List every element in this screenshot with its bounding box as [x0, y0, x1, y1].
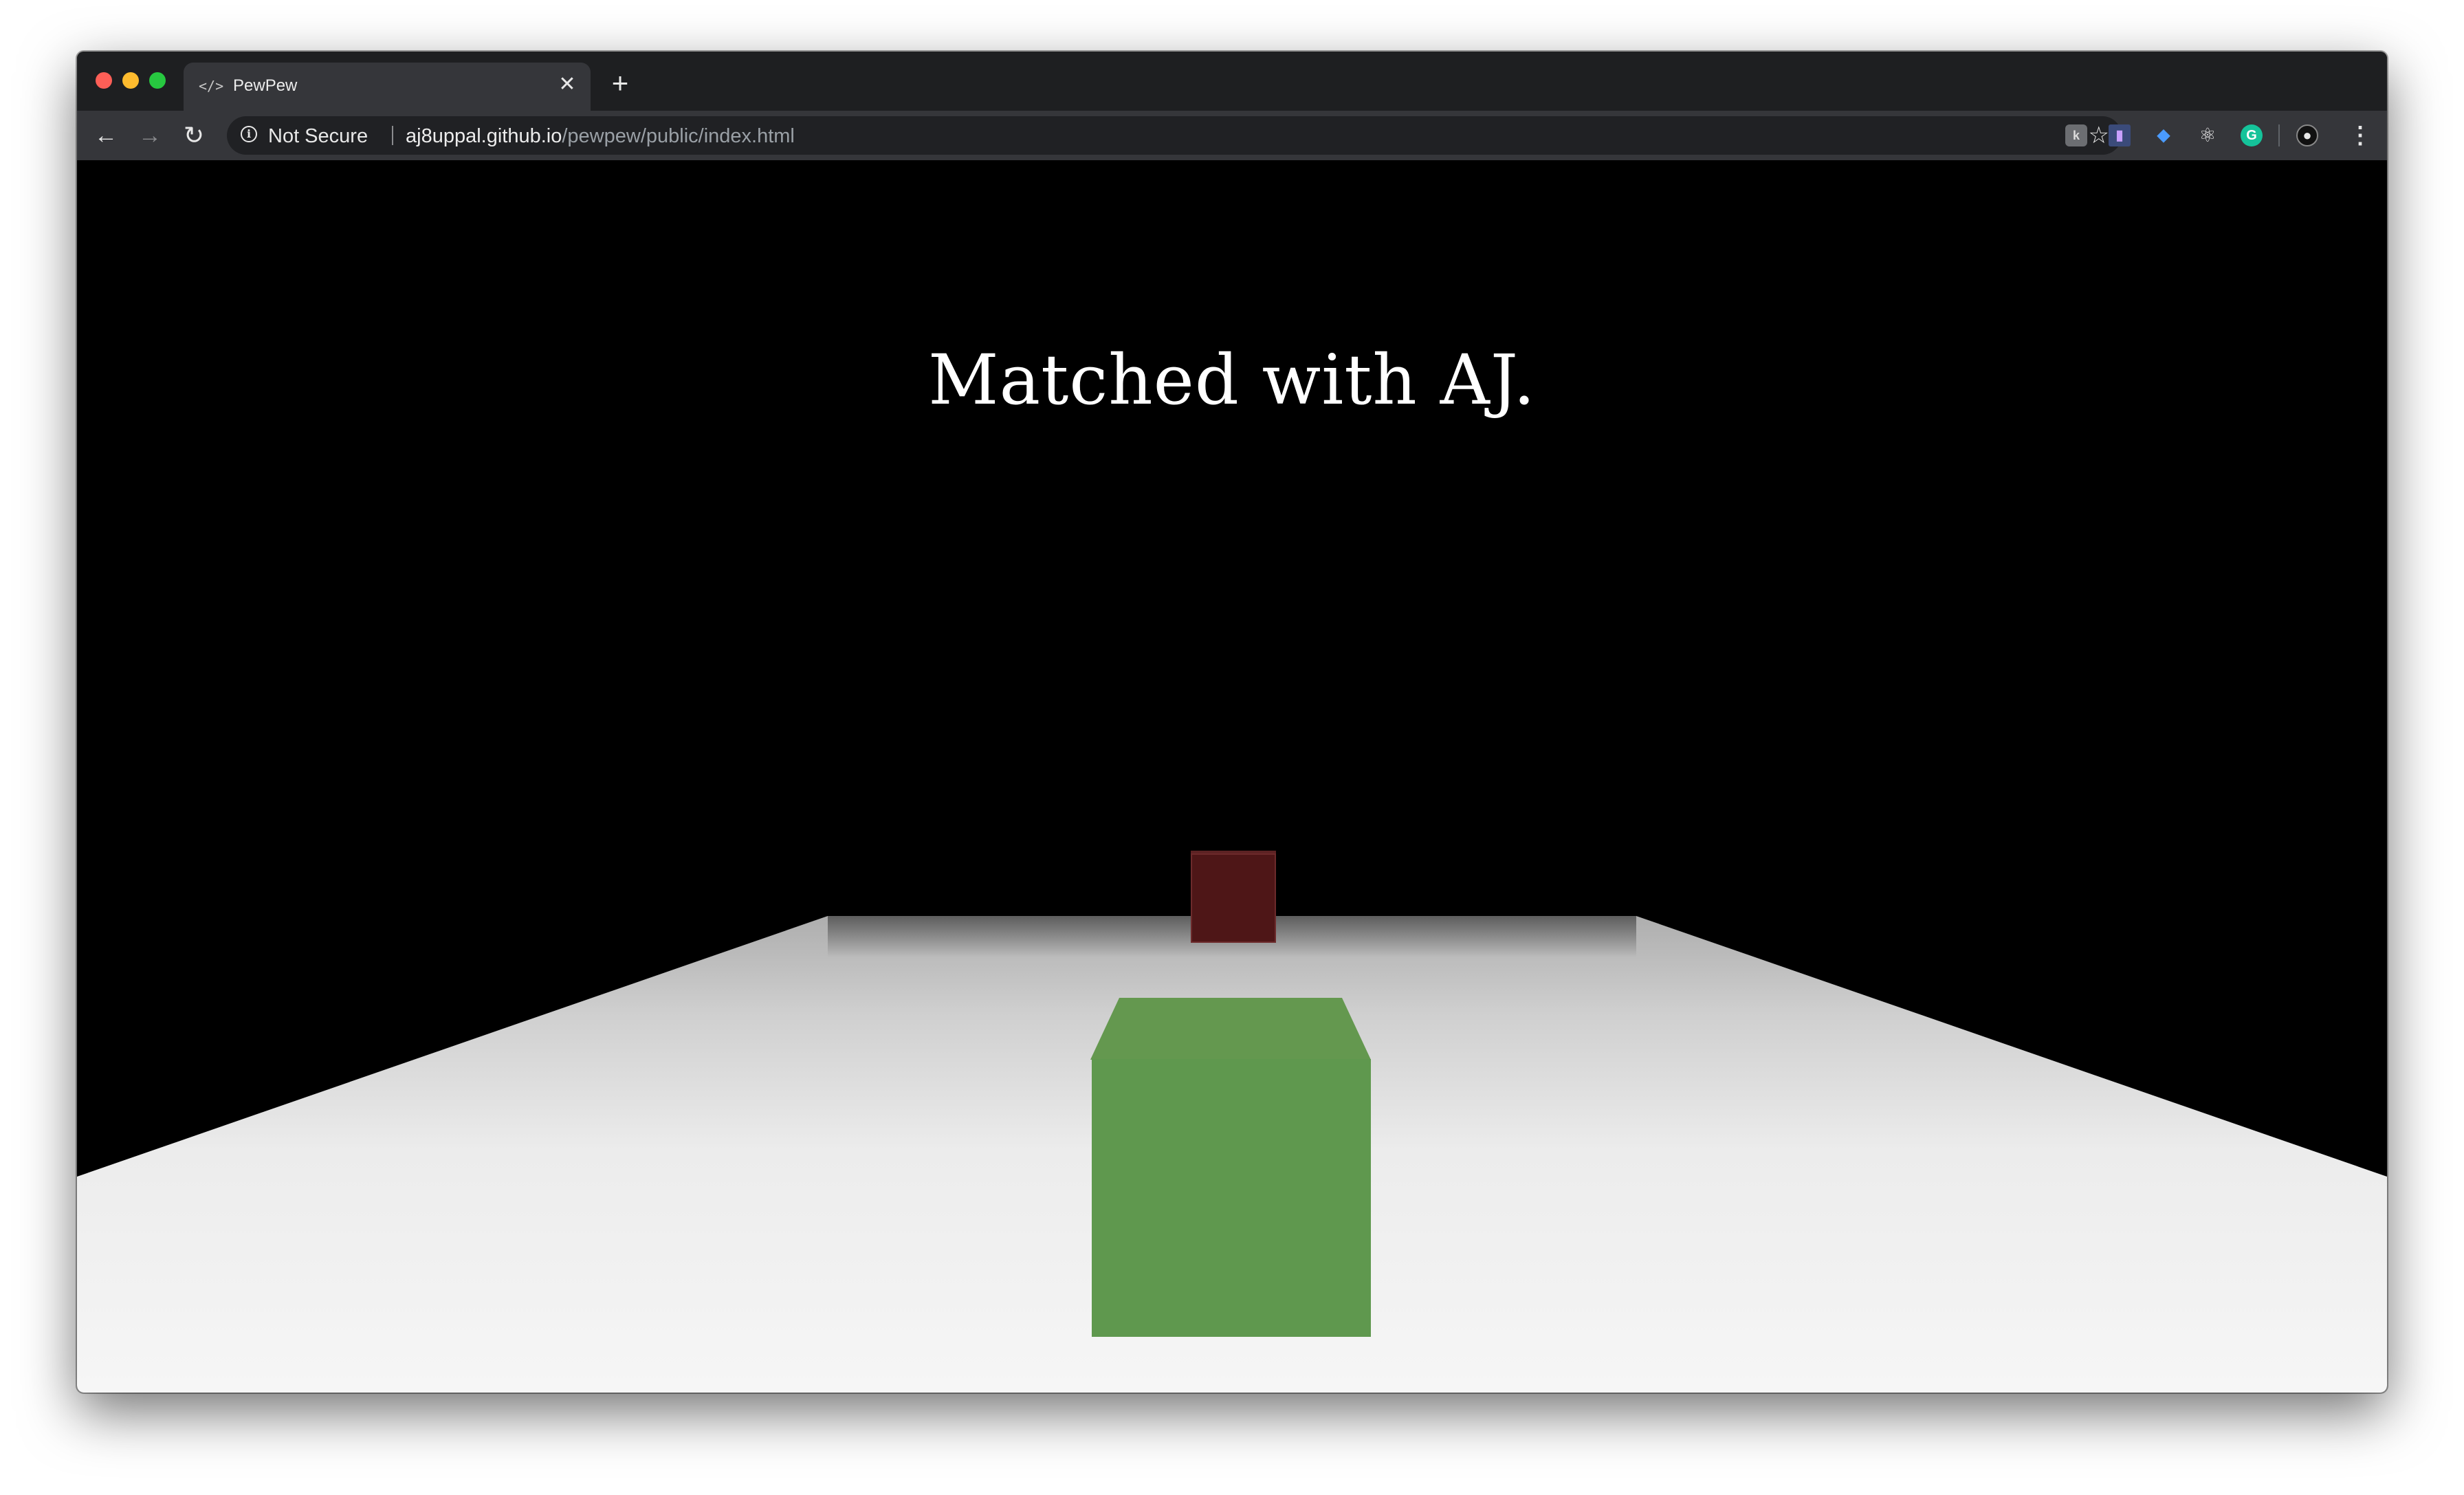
close-tab-icon[interactable]: ✕	[556, 74, 578, 96]
info-icon[interactable]: i	[241, 126, 257, 142]
back-arrow-icon[interactable]: ←	[91, 120, 121, 151]
url-path: /pewpew/public/index.html	[562, 125, 795, 147]
extension-1-icon[interactable]: k	[2065, 124, 2087, 146]
close-window-button[interactable]	[96, 72, 112, 89]
new-tab-button[interactable]: +	[606, 69, 634, 98]
tab-strip: </> PewPew ✕ +	[77, 52, 2387, 111]
grammarly-icon[interactable]: G	[2241, 124, 2263, 146]
security-status[interactable]: Not Secure	[268, 125, 368, 147]
reload-icon[interactable]: ↻	[179, 120, 209, 151]
tab-title: PewPew	[233, 76, 298, 95]
browser-window: </> PewPew ✕ + ← → ↻ i Not Secure aj8upp…	[77, 52, 2387, 1393]
shield-extension-icon[interactable]: ◆	[2153, 124, 2175, 146]
player-cube	[1092, 1059, 1371, 1337]
react-devtools-icon[interactable]: ⚛	[2197, 124, 2219, 146]
bookmark-star-icon[interactable]: ☆	[2089, 122, 2109, 149]
extensions-divider	[2278, 124, 2280, 146]
minimize-window-button[interactable]	[122, 72, 139, 89]
enemy-cube	[1191, 853, 1276, 943]
address-bar[interactable]: i Not Secure aj8uppal.github.io/pewpew/p…	[227, 116, 2122, 155]
player-cube-top-face	[1090, 998, 1371, 1060]
game-canvas[interactable]: Matched with AJ.	[77, 160, 2387, 1393]
tab-pewpew[interactable]: </> PewPew ✕	[184, 63, 591, 111]
extension-2-icon[interactable]: ▮	[2109, 124, 2131, 146]
profile-avatar-icon[interactable]: ●	[2296, 124, 2318, 146]
forward-arrow-icon[interactable]: →	[135, 120, 165, 151]
address-divider	[392, 126, 393, 145]
code-favicon-icon: </>	[199, 78, 224, 94]
url-host: aj8uppal.github.io	[406, 125, 562, 147]
browser-toolbar: ← → ↻ i Not Secure aj8uppal.github.io/pe…	[77, 111, 2387, 160]
url-text[interactable]: aj8uppal.github.io/pewpew/public/index.h…	[406, 125, 795, 147]
maximize-window-button[interactable]	[149, 72, 166, 89]
match-status-text: Matched with AJ.	[928, 340, 1536, 420]
browser-menu-icon[interactable]: ⋮	[2348, 120, 2372, 151]
